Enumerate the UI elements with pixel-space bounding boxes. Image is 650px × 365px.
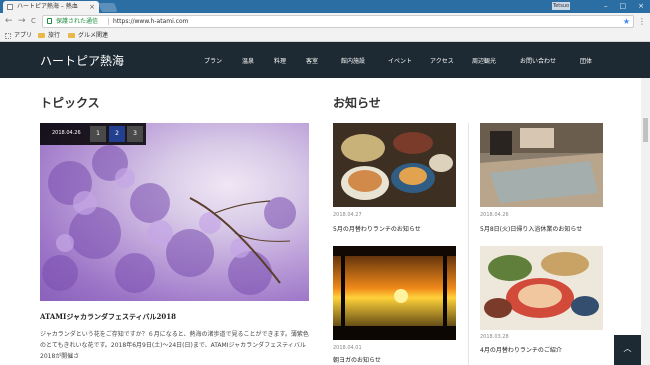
news-thumb-april-lunch[interactable] bbox=[480, 246, 603, 330]
secure-label: 保護された通信 bbox=[56, 18, 99, 25]
page-icon bbox=[7, 4, 13, 10]
nav-rooms[interactable]: 客室 bbox=[306, 56, 318, 65]
slider-page-1[interactable]: 1 bbox=[90, 126, 106, 142]
folder-icon bbox=[68, 33, 75, 38]
nav-groups[interactable]: 団体 bbox=[580, 56, 592, 65]
bookmark-label: グルメ関連 bbox=[78, 32, 109, 39]
bookmark-label: アプリ bbox=[14, 32, 33, 39]
new-tab-button[interactable] bbox=[98, 3, 118, 12]
close-icon[interactable]: × bbox=[89, 1, 95, 13]
slider-page-2[interactable]: 2 bbox=[109, 126, 125, 142]
nav-events[interactable]: イベント bbox=[388, 56, 412, 65]
window-controls: – □ × bbox=[604, 0, 644, 12]
news-title[interactable]: 4月の月替わりランチのご紹介 bbox=[480, 345, 562, 354]
browser-menu-icon[interactable]: ⋮ bbox=[638, 16, 646, 27]
scrollbar-thumb[interactable] bbox=[643, 118, 648, 142]
topics-heading: トピックス bbox=[40, 96, 100, 110]
nav-plan[interactable]: プラン bbox=[204, 56, 222, 65]
browser-toolbar: ← → C 保護された通信 https://www.h-atami.com ★ … bbox=[0, 13, 650, 30]
news-title[interactable]: 5月の月替わりランチのお知らせ bbox=[333, 224, 421, 233]
maximize-button[interactable]: □ bbox=[620, 0, 627, 12]
site-header: ハートピア熱海 プラン 温泉 料理 客室 館内施設 イベント アクセス 周辺観光… bbox=[0, 42, 650, 78]
nav-sightseeing[interactable]: 周辺観光 bbox=[472, 56, 496, 65]
nav-access[interactable]: アクセス bbox=[430, 56, 454, 65]
topic-slide-image[interactable] bbox=[40, 123, 309, 301]
bookmark-travel[interactable]: 旅行 bbox=[38, 30, 60, 41]
tab-title: ハートピア熱海 – 熱血 bbox=[17, 3, 78, 10]
nav-facilities[interactable]: 館内施設 bbox=[341, 56, 365, 65]
news-title[interactable]: 5月8日(火)日帰り入浴休業のお知らせ bbox=[480, 224, 582, 233]
apps-icon bbox=[5, 32, 11, 39]
topic-title[interactable]: ATAMIジャカランダフェスティバル2018 bbox=[40, 312, 176, 322]
news-thumb-yoga[interactable] bbox=[333, 246, 456, 340]
bookmark-label: 旅行 bbox=[48, 32, 61, 39]
forward-icon[interactable]: → bbox=[18, 16, 26, 27]
reload-icon[interactable]: C bbox=[31, 16, 36, 27]
news-thumb-lunch[interactable] bbox=[333, 123, 456, 207]
slider-page-3[interactable]: 3 bbox=[127, 126, 143, 142]
bookmark-apps[interactable]: アプリ bbox=[5, 30, 32, 41]
divider bbox=[468, 123, 469, 365]
back-icon[interactable]: ← bbox=[5, 16, 13, 27]
news-date: 2018.04.27 bbox=[333, 212, 362, 218]
site-logo[interactable]: ハートピア熱海 bbox=[40, 52, 124, 69]
address-bar[interactable]: 保護された通信 https://www.h-atami.com ★ bbox=[42, 15, 634, 28]
bookmarks-bar: アプリ 旅行 グルメ関連 bbox=[0, 30, 650, 42]
folder-icon bbox=[38, 33, 45, 38]
nav-contact[interactable]: お問い合わせ bbox=[520, 56, 556, 65]
slide-date: 2018.04.26 bbox=[52, 130, 81, 136]
nav-onsen[interactable]: 温泉 bbox=[242, 56, 254, 65]
news-thumb-bath[interactable] bbox=[480, 123, 603, 207]
page-top-button[interactable]: ︿ bbox=[614, 335, 641, 365]
lock-icon bbox=[47, 18, 52, 24]
browser-tab[interactable]: ハートピア熱海 – 熱血 × bbox=[3, 1, 99, 13]
news-date: 2018.04.01 bbox=[333, 345, 362, 351]
news-date: 2018.04.26 bbox=[480, 212, 509, 218]
divider bbox=[108, 18, 109, 25]
bookmark-star-icon[interactable]: ★ bbox=[623, 16, 630, 27]
bookmark-gourmet[interactable]: グルメ関連 bbox=[68, 30, 108, 41]
news-date: 2018.03.28 bbox=[480, 334, 509, 340]
topic-body: ジャカランダという花をご存知ですか？６月になると、熱海の渚歩道で見ることができま… bbox=[40, 331, 309, 360]
nav-cuisine[interactable]: 料理 bbox=[274, 56, 286, 65]
profile-badge[interactable]: Tetsuo bbox=[552, 2, 570, 10]
news-title[interactable]: 朝ヨガのお知らせ bbox=[333, 355, 381, 364]
window-close-button[interactable]: × bbox=[638, 0, 644, 12]
browser-tabstrip: ハートピア熱海 – 熱血 × Tetsuo – □ × bbox=[0, 0, 650, 13]
url-text[interactable]: https://www.h-atami.com bbox=[113, 16, 189, 27]
minimize-button[interactable]: – bbox=[604, 0, 608, 12]
news-heading: お知らせ bbox=[333, 96, 381, 110]
